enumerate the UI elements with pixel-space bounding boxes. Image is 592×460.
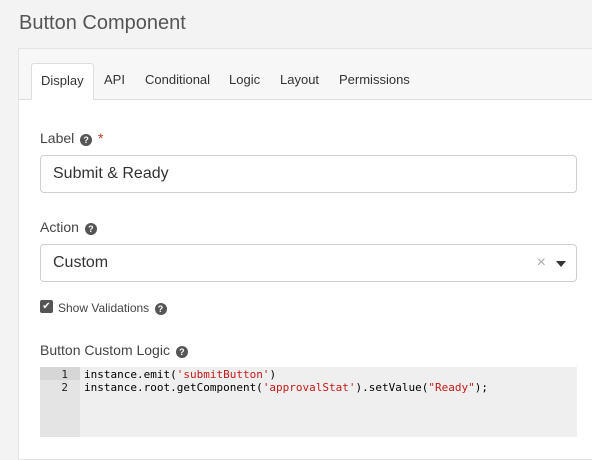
required-marker: * [98,130,104,146]
clear-icon[interactable]: × [537,245,546,281]
label-input[interactable]: Submit & Ready [40,155,577,193]
code-line: instance.emit('submitButton') [84,368,277,381]
show-validations-label: Show Validations ? [58,299,167,317]
page-title: Button Component [19,12,186,34]
component-settings-panel: Display API Conditional Logic Layout Per… [18,48,592,460]
caret-down-icon[interactable] [556,261,566,267]
custom-logic-label-text: Button Custom Logic [40,342,170,358]
tab-permissions[interactable]: Permissions [331,63,418,99]
label-field-label: Label ? * [40,129,104,147]
show-validations-checkbox[interactable]: ✔ [40,300,53,313]
code-editor[interactable]: 1 instance.emit('submitButton') 2 instance.… [40,367,577,437]
question-circle-icon[interactable]: ? [84,223,97,235]
label-field-label-text: Label [40,130,75,146]
action-field-label-text: Action [40,219,79,235]
code-line: instance.root.getComponent('approvalStat… [84,381,488,394]
tab-conditional[interactable]: Conditional [137,63,218,99]
question-circle-icon[interactable]: ? [154,303,167,315]
code-line-number: 2 [61,381,68,394]
tabs-bar: Display API Conditional Logic Layout Per… [19,49,592,100]
question-circle-icon[interactable]: ? [175,346,188,358]
custom-logic-label: Button Custom Logic ? [40,341,188,359]
code-line-number: 1 [61,368,68,381]
tab-logic[interactable]: Logic [221,63,268,99]
action-select-value: Custom [53,254,109,271]
action-field-label: Action ? [40,218,97,236]
tab-display[interactable]: Display [31,63,94,100]
label-input-value: Submit & Ready [53,165,169,182]
check-icon: ✔ [42,301,51,312]
tab-api[interactable]: API [96,63,133,99]
action-select[interactable]: Custom × [40,244,577,282]
question-circle-icon[interactable]: ? [80,134,93,146]
tab-layout[interactable]: Layout [272,63,327,99]
show-validations-label-text: Show Validations [58,301,150,315]
